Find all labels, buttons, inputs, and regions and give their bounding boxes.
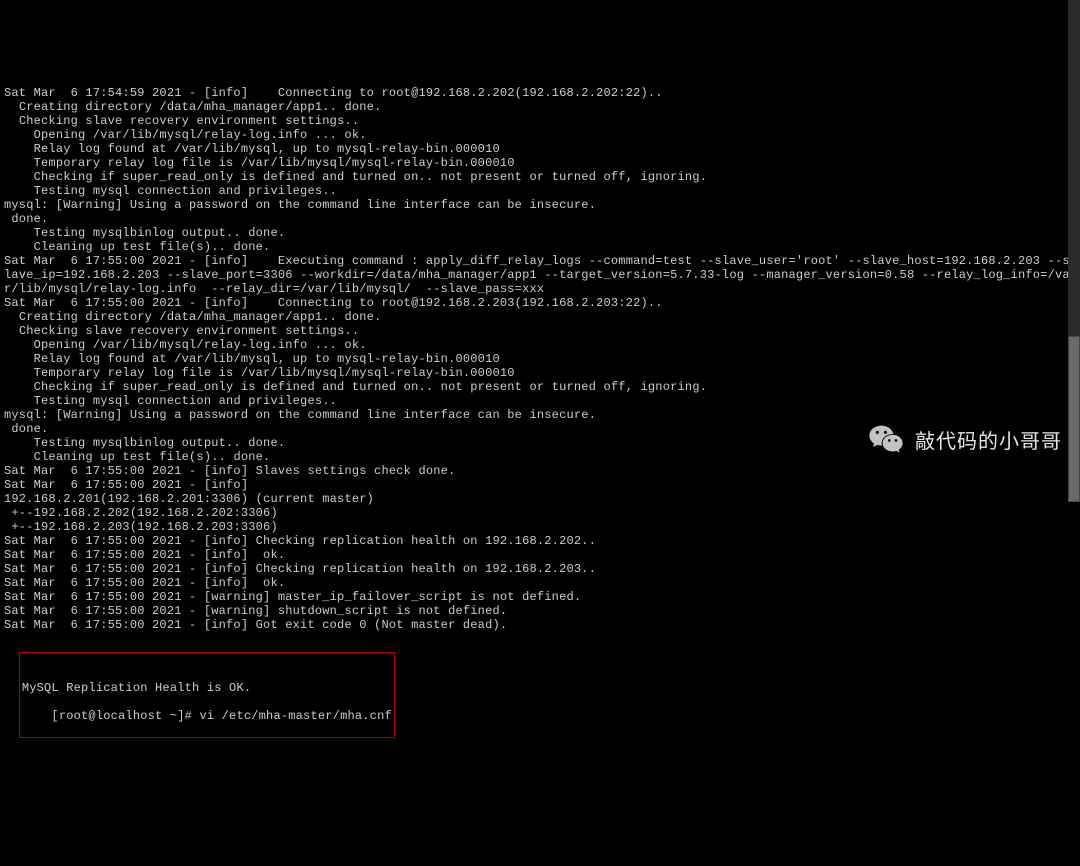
terminal-line: Sat Mar 6 17:55:00 2021 - [info] Connect… bbox=[4, 296, 1076, 310]
terminal-line: Temporary relay log file is /var/lib/mys… bbox=[4, 366, 1076, 380]
terminal-line: Opening /var/lib/mysql/relay-log.info ..… bbox=[4, 338, 1076, 352]
terminal-line: Testing mysqlbinlog output.. done. bbox=[4, 436, 1076, 450]
terminal-line: Sat Mar 6 17:55:00 2021 - [info] Got exi… bbox=[4, 618, 1076, 632]
terminal-line: mysql: [Warning] Using a password on the… bbox=[4, 198, 1076, 212]
terminal-line: Testing mysql connection and privileges.… bbox=[4, 394, 1076, 408]
terminal-line: Sat Mar 6 17:55:00 2021 - [info] Checkin… bbox=[4, 534, 1076, 548]
terminal-line: mysql: [Warning] Using a password on the… bbox=[4, 408, 1076, 422]
scrollbar-thumb[interactable] bbox=[1068, 336, 1080, 502]
terminal-line: Checking if super_read_only is defined a… bbox=[4, 380, 1076, 394]
command-prompt[interactable]: [root@localhost ~]# vi /etc/mha-master bbox=[51, 709, 332, 723]
terminal-line: 192.168.2.201(192.168.2.201:3306) (curre… bbox=[4, 492, 1076, 506]
command-tail: /mha.cnf bbox=[333, 709, 392, 723]
terminal-line: Sat Mar 6 17:54:59 2021 - [info] Connect… bbox=[4, 86, 1076, 100]
terminal-line: done. bbox=[4, 422, 1076, 436]
terminal-line: Creating directory /data/mha_manager/app… bbox=[4, 310, 1076, 324]
terminal-line: Checking if super_read_only is defined a… bbox=[4, 170, 1076, 184]
terminal-line: Relay log found at /var/lib/mysql, up to… bbox=[4, 352, 1076, 366]
terminal-line: Sat Mar 6 17:55:00 2021 - [info] ok. bbox=[4, 576, 1076, 590]
terminal-line: Sat Mar 6 17:55:00 2021 - [info] ok. bbox=[4, 548, 1076, 562]
terminal-line: Sat Mar 6 17:55:00 2021 - [info] Checkin… bbox=[4, 562, 1076, 576]
terminal-line: +--192.168.2.203(192.168.2.203:3306) bbox=[4, 520, 1076, 534]
terminal-line: Checking slave recovery environment sett… bbox=[4, 324, 1076, 338]
scrollbar[interactable] bbox=[1068, 0, 1080, 502]
terminal-line: Sat Mar 6 17:55:00 2021 - [warning] shut… bbox=[4, 604, 1076, 618]
terminal-line: Creating directory /data/mha_manager/app… bbox=[4, 100, 1076, 114]
terminal-line: Testing mysql connection and privileges.… bbox=[4, 184, 1076, 198]
terminal-line: +--192.168.2.202(192.168.2.202:3306) bbox=[4, 506, 1076, 520]
terminal-line: Sat Mar 6 17:55:00 2021 - [info] Executi… bbox=[4, 254, 1076, 296]
terminal-line: done. bbox=[4, 212, 1076, 226]
health-status: MySQL Replication Health is OK. bbox=[22, 681, 392, 695]
replication-health-highlight: MySQL Replication Health is OK. [root@lo… bbox=[19, 652, 395, 738]
terminal-line: Sat Mar 6 17:55:00 2021 - [info] bbox=[4, 478, 1076, 492]
terminal-line: Testing mysqlbinlog output.. done. bbox=[4, 226, 1076, 240]
terminal-line: Cleaning up test file(s).. done. bbox=[4, 240, 1076, 254]
terminal-line: Checking slave recovery environment sett… bbox=[4, 114, 1076, 128]
terminal-line: Temporary relay log file is /var/lib/mys… bbox=[4, 156, 1076, 170]
terminal-line: Relay log found at /var/lib/mysql, up to… bbox=[4, 142, 1076, 156]
terminal-line: Sat Mar 6 17:55:00 2021 - [warning] mast… bbox=[4, 590, 1076, 604]
terminal-line: Sat Mar 6 17:55:00 2021 - [info] Slaves … bbox=[4, 464, 1076, 478]
terminal-line: Opening /var/lib/mysql/relay-log.info ..… bbox=[4, 128, 1076, 142]
terminal-line: Cleaning up test file(s).. done. bbox=[4, 450, 1076, 464]
terminal-output[interactable]: Sat Mar 6 17:54:59 2021 - [info] Connect… bbox=[0, 56, 1080, 740]
